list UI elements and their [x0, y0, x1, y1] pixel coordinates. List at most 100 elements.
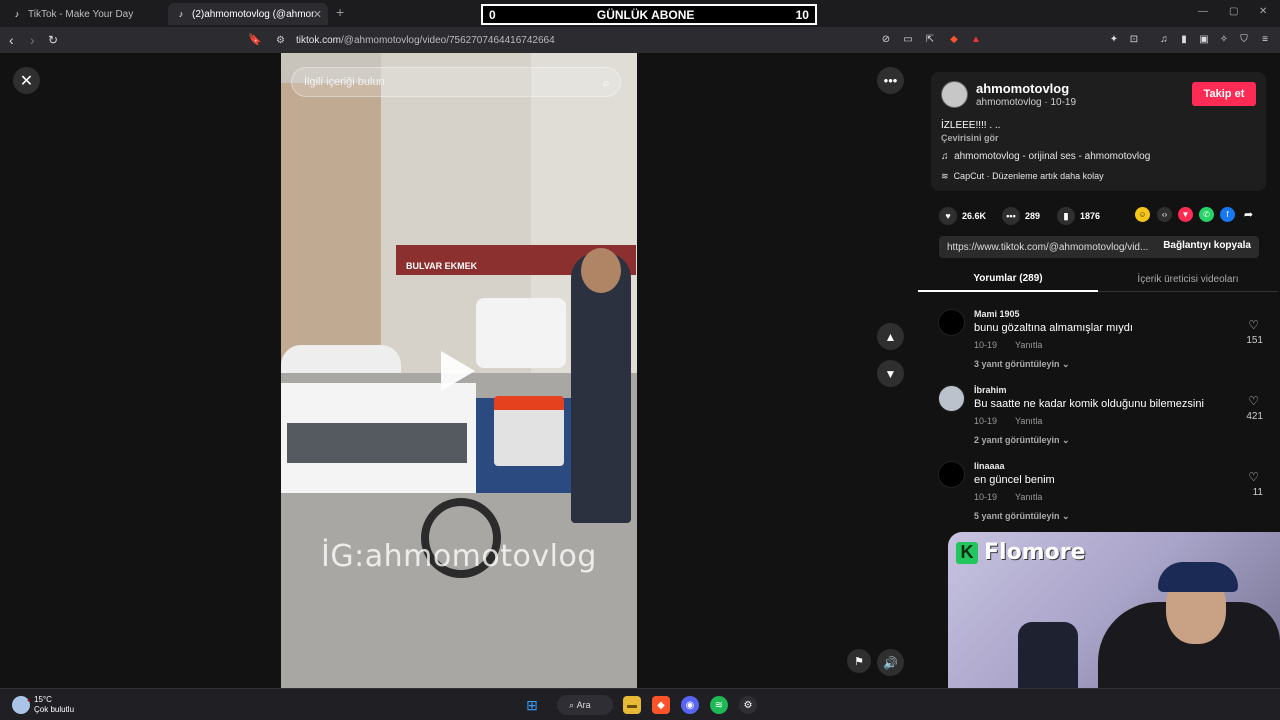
brave-shield-icon[interactable]: ◆	[948, 34, 960, 46]
copy-link-button[interactable]: Bağlantıyı kopyala	[1163, 240, 1251, 251]
back-icon[interactable]: ‹	[9, 32, 14, 48]
media-icon[interactable]: ⊘	[880, 34, 892, 46]
weather-widget[interactable]: • 15°C Çok bulutlu	[12, 695, 74, 715]
coin-icon[interactable]: ☺	[1135, 207, 1150, 222]
share-arrow-icon[interactable]: ➦	[1241, 207, 1256, 222]
more-options-button[interactable]: •••	[877, 67, 904, 94]
search-label: Ara	[576, 700, 591, 710]
volume-button[interactable]: 🔊	[877, 649, 904, 676]
close-tab-icon[interactable]: ✕	[313, 8, 322, 21]
heart-outline-icon[interactable]: ♡	[1248, 394, 1259, 408]
commenter-name[interactable]: İbrahim	[974, 385, 1007, 395]
embed-icon[interactable]: ‹›	[1157, 207, 1172, 222]
close-video-button[interactable]: ✕	[13, 67, 40, 94]
shop-sign: BULVAR EKMEK	[406, 261, 478, 271]
like-count: 26.6K	[962, 211, 987, 221]
fish-pile	[287, 423, 467, 463]
spotify-icon[interactable]: ≋	[710, 696, 728, 714]
comment-like-count: 11	[1252, 487, 1263, 498]
commenter-avatar[interactable]	[938, 461, 965, 488]
previous-video-button[interactable]: ▲	[877, 323, 904, 350]
vpn-icon[interactable]: ⛉	[1238, 34, 1250, 46]
steam-icon[interactable]: ⚙	[739, 696, 757, 714]
extensions-icon[interactable]: ✦	[1108, 34, 1120, 46]
menu-icon[interactable]: ≡	[1259, 34, 1271, 46]
video-watermark: İG:ahmomotovlog	[321, 539, 597, 574]
heart-outline-icon[interactable]: ♡	[1248, 470, 1259, 484]
see-translation-link[interactable]: Çevirisini gör	[941, 133, 999, 143]
share-icon[interactable]: ⇱	[924, 34, 936, 46]
cast-icon[interactable]: ▭	[902, 34, 914, 46]
comment-text: bunu gözaltına almamışlar mıydı	[974, 322, 1133, 334]
tab-tiktok-home[interactable]: ♪ TikTok - Make Your Day	[4, 3, 164, 25]
next-video-button[interactable]: ▼	[877, 360, 904, 387]
brave-icon[interactable]: ◆	[652, 696, 670, 714]
address-bar[interactable]: ⚙ tiktok.com/@ahmomotovlog/video/7562707…	[270, 30, 890, 50]
post-link-field[interactable]: https://www.tiktok.com/@ahmomotovlog/vid…	[939, 236, 1259, 258]
windows-start-icon[interactable]: ⊞	[523, 696, 541, 714]
save-button[interactable]: ▮ 1876	[1057, 207, 1100, 225]
like-button[interactable]: ♥ 26.6K	[939, 207, 986, 225]
heart-outline-icon[interactable]: ♡	[1248, 318, 1259, 332]
author-avatar[interactable]	[941, 81, 968, 108]
facebook-icon[interactable]: f	[1220, 207, 1235, 222]
commenter-avatar[interactable]	[938, 309, 965, 336]
reply-button[interactable]: Yanıtla	[1015, 492, 1042, 502]
author-name[interactable]: ahmomotovlog	[976, 81, 1069, 96]
minimize-icon[interactable]: —	[1198, 6, 1208, 17]
volume-icon: 🔊	[883, 655, 898, 670]
view-replies-button[interactable]: 5 yanıt görüntüleyin ⌄	[974, 511, 1070, 522]
more-icon: •••	[883, 73, 898, 88]
tab-tiktok-video[interactable]: ♪ (2)ahmomotovlog (@ahmomoto ✕	[168, 3, 328, 25]
tab-creator-videos[interactable]: İçerik üreticisi videoları	[1098, 267, 1278, 292]
sidebar-icon[interactable]: ▮	[1178, 34, 1190, 46]
view-replies-button[interactable]: 2 yanıt görüntüleyin ⌄	[974, 435, 1070, 446]
browser-toolbar: ‹ › ↻ 🔖 ⚙ tiktok.com/@ahmomotovlog/video…	[0, 27, 1280, 53]
follow-button[interactable]: Takip et	[1192, 82, 1256, 106]
reply-button[interactable]: Yanıtla	[1015, 340, 1042, 350]
site-info-icon[interactable]: ⚙	[276, 35, 285, 46]
repost-icon[interactable]: ▼	[1178, 207, 1193, 222]
post-link: https://www.tiktok.com/@ahmomotovlog/vid…	[947, 241, 1149, 253]
maximize-icon[interactable]: ▢	[1229, 6, 1238, 17]
tiktok-icon: ♪	[178, 9, 184, 19]
discord-icon[interactable]: ◉	[681, 696, 699, 714]
search-icon[interactable]: ⌕	[603, 75, 610, 91]
comment-date: 10-19	[974, 492, 998, 502]
video-player[interactable]: BULVAR EKMEK İlgili içeriği bulun ⌕ İG:a…	[281, 53, 637, 688]
leo-ai-icon[interactable]: ✧	[1218, 34, 1230, 46]
whatsapp-icon[interactable]: ✆	[1199, 207, 1214, 222]
comment-meta: 10-19 Yanıtla	[974, 340, 1042, 350]
screenshot-icon[interactable]: ⊡	[1128, 34, 1140, 46]
capcut-icon: ≋	[941, 171, 949, 181]
comment-item: linaaaa en güncel benim 10-19 Yanıtla 5 y…	[938, 461, 1263, 537]
music-link[interactable]: ♫ ahmomotovlog - orijinal ses - ahmomoto…	[941, 151, 1150, 162]
close-window-icon[interactable]: ✕	[1259, 6, 1267, 17]
search-icon: ⌕	[569, 699, 575, 710]
commenter-name[interactable]: linaaaa	[974, 461, 1005, 471]
capcut-link[interactable]: ≋ CapCut · Düzenleme artık daha kolay	[941, 171, 1104, 182]
bookmark-icon: ▮	[1057, 207, 1075, 225]
play-icon[interactable]	[441, 351, 475, 391]
file-explorer-icon[interactable]: ▬	[623, 696, 641, 714]
comment-button[interactable]: ••• 289	[1002, 207, 1040, 225]
forward-icon[interactable]: ›	[30, 32, 35, 48]
tab-comments[interactable]: Yorumlar (289)	[918, 267, 1098, 292]
comment-count: 289	[1025, 211, 1041, 221]
reply-button[interactable]: Yanıtla	[1015, 416, 1042, 426]
report-button[interactable]: ⚑	[847, 649, 871, 673]
commenter-name[interactable]: Mami 1905	[974, 309, 1020, 319]
url-domain: tiktok.com	[296, 34, 342, 46]
bookmark-icon[interactable]: 🔖	[248, 32, 262, 48]
reload-icon[interactable]: ↻	[48, 32, 58, 48]
wallet-icon[interactable]: ▣	[1198, 34, 1210, 46]
related-search-input[interactable]: İlgili içeriği bulun ⌕	[291, 67, 621, 97]
close-icon: ✕	[19, 72, 34, 90]
comment-text: en güncel benim	[974, 474, 1055, 486]
view-replies-button[interactable]: 3 yanıt görüntüleyin ⌄	[974, 359, 1070, 370]
music-icon[interactable]: ♫	[1158, 34, 1170, 46]
taskbar-search[interactable]: ⌕ Ara	[557, 695, 613, 715]
commenter-avatar[interactable]	[938, 385, 965, 412]
new-tab-button[interactable]: +	[336, 4, 344, 20]
rewards-icon[interactable]: ▲	[970, 34, 982, 46]
